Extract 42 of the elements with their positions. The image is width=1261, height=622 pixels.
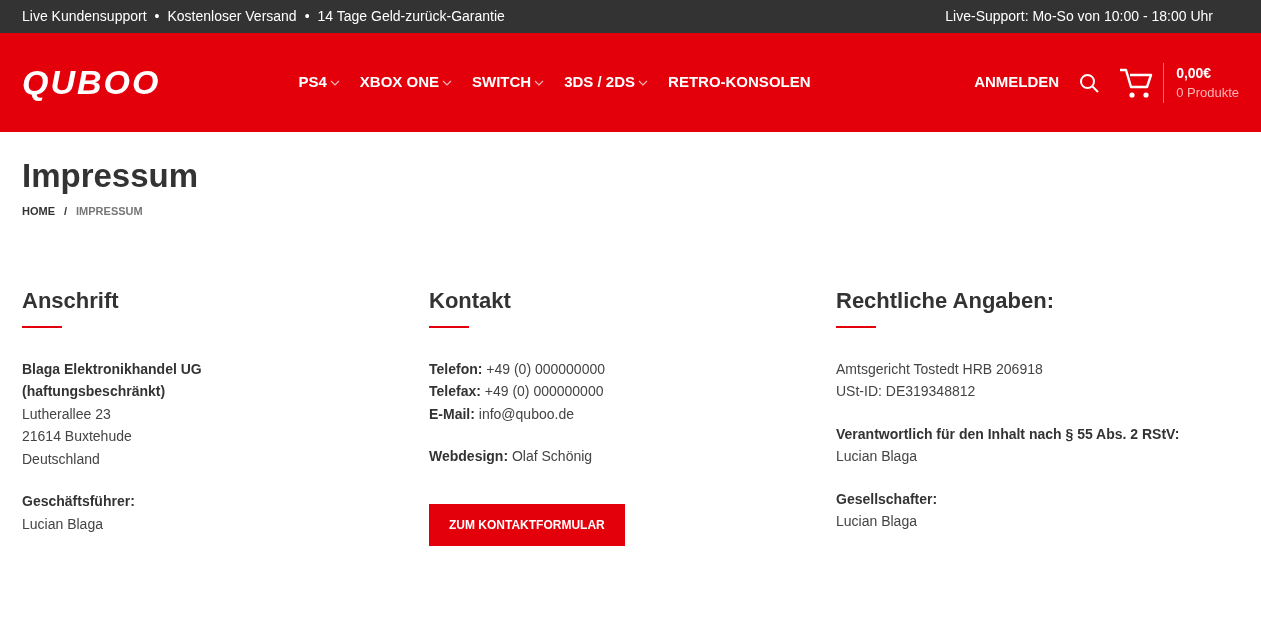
contact-line: E-Mail: info@quboo.de [429, 404, 575, 424]
address-line: 21614 Buxtehude [22, 427, 133, 446]
nav-link[interactable]: SWITCH [472, 71, 545, 94]
address-line: Blaga Elektronikhandel UG [22, 359, 203, 379]
address-line: Lucian Blaga [836, 447, 918, 466]
page-title: Impressum [22, 156, 200, 196]
bullet-separator: • [304, 7, 310, 26]
nav-link[interactable]: RETRO-KONSOLEN [668, 71, 811, 94]
address-line: Gesellschafter: [836, 489, 939, 509]
contact-form-button[interactable]: ZUM KONTAKTFORMULAR [429, 503, 625, 546]
feature-text: Kostenloser Versand [167, 7, 297, 26]
address-line: Deutschland [22, 449, 101, 469]
search-icon[interactable] [1079, 72, 1100, 93]
logo[interactable]: QUBOO [22, 57, 161, 108]
contact-line: Telefax: +49 (0) 000000000 [429, 382, 605, 401]
login-link[interactable]: ANMELDEN [974, 71, 1060, 94]
nav-link[interactable]: 3DS / 2DS [564, 71, 649, 94]
breadcrumb-current: IMPRESSUM [76, 204, 143, 219]
cart-total: 0,00€ [1176, 63, 1213, 83]
contact-line: Webdesign: Olaf Schönig [429, 447, 594, 466]
feature-text: 14 Tage Geld-zurück-Garantie [317, 7, 505, 26]
breadcrumb-link[interactable]: HOME [22, 203, 55, 220]
address-line: Geschäftsführer: [22, 492, 136, 511]
cart-icon[interactable] [1119, 66, 1154, 99]
address-line: Lucian Blaga [22, 514, 104, 534]
nav-link[interactable]: PS4 [298, 71, 340, 94]
contact-line: Telefon: +49 (0) 000000000 [429, 359, 606, 379]
section-heading: Anschrift [22, 286, 120, 315]
address-line: Lutherallee 23 [22, 404, 112, 424]
address-line: (haftungsbeschränkt) [22, 382, 167, 401]
bullet-separator: • [154, 7, 160, 26]
support-hours: Live-Support: Mo-So von 10:00 - 18:00 Uhr [945, 7, 1213, 26]
address-line: Amtsgericht Tostedt HRB 206918 [836, 359, 1044, 379]
address-line: USt-ID: DE319348812 [836, 382, 977, 401]
section-heading: Rechtliche Angaben: [836, 286, 1055, 315]
feature-text: Live Kundensupport [22, 7, 147, 26]
section-heading: Kontakt [429, 286, 512, 315]
nav-link[interactable]: XBOX ONE [359, 71, 452, 94]
address-line: Lucian Blaga [836, 512, 918, 531]
address-line: Verantwortlich für den Inhalt nach § 55 Abs. 2 RStV: [836, 424, 1181, 444]
breadcrumb-separator: / [64, 204, 68, 219]
cart-count: 0 Produkte [1176, 83, 1239, 102]
